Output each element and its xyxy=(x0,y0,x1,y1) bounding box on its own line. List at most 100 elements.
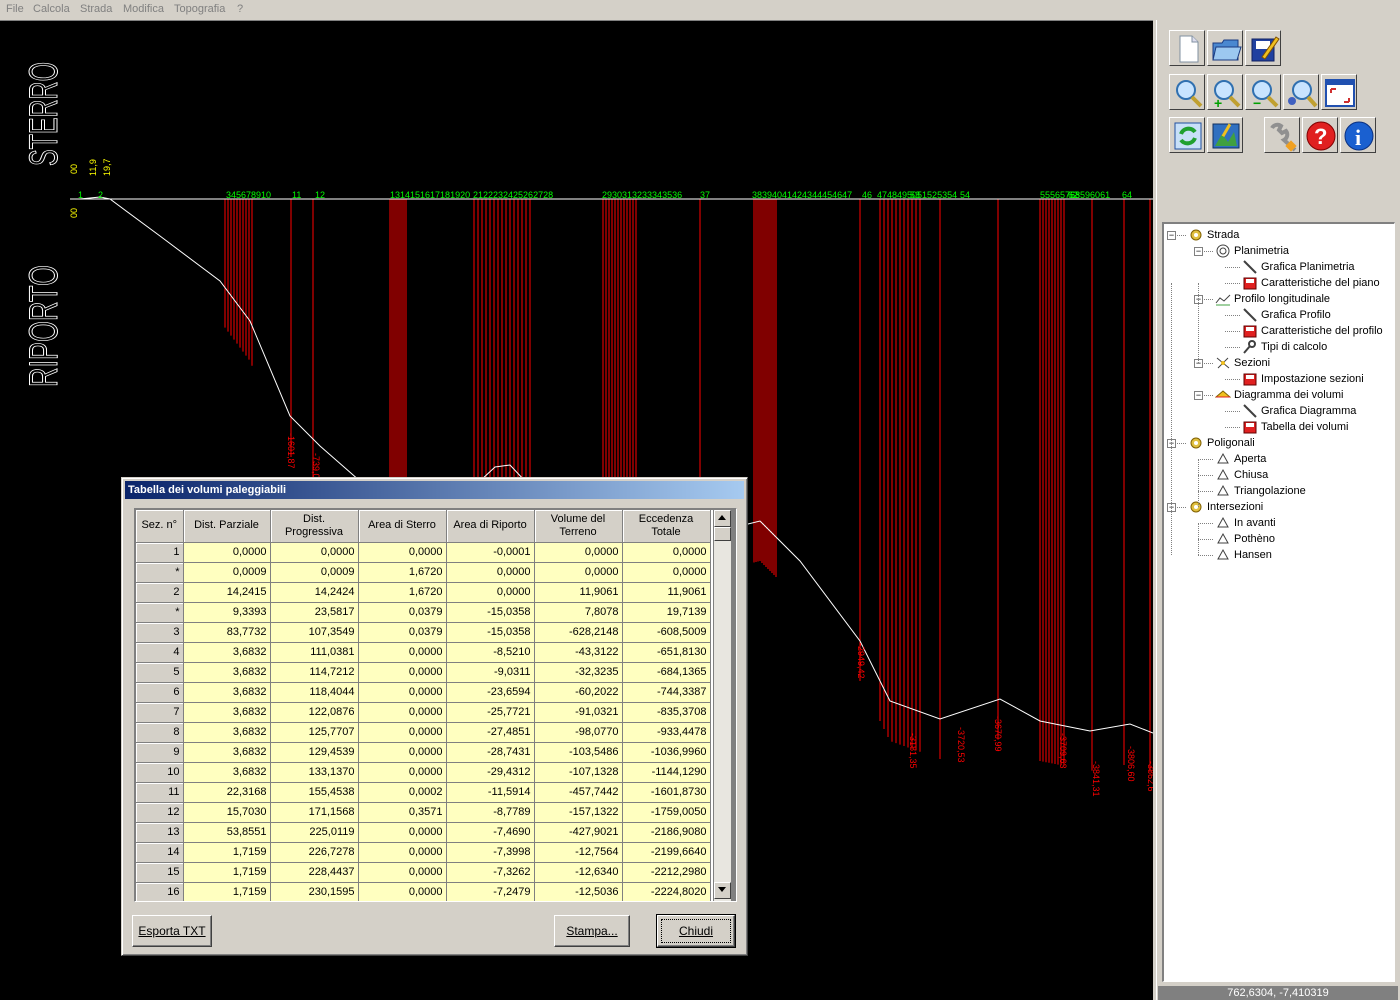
export-txt-button[interactable]: Esporta TXT xyxy=(132,915,212,947)
table-cell[interactable]: 1,7159 xyxy=(183,862,271,883)
table-cell[interactable]: -23,6594 xyxy=(446,682,535,703)
table-cell[interactable]: 155,4538 xyxy=(270,782,359,803)
table-row[interactable]: 9 3,6832 129,4539 0,0000 -28,7431 -103,5486 -1… xyxy=(136,742,711,763)
table-cell[interactable]: -744,3387 xyxy=(622,682,711,703)
zoom-icon[interactable] xyxy=(1169,74,1205,110)
table-scrollbar[interactable] xyxy=(714,510,731,901)
new-file-icon[interactable] xyxy=(1169,30,1205,66)
table-cell[interactable]: 0,0000 xyxy=(358,842,447,863)
table-cell[interactable]: 111,0381 xyxy=(270,642,359,663)
table-cell[interactable]: 0,0000 xyxy=(358,882,447,901)
table-cell[interactable]: -1601,8730 xyxy=(622,782,711,803)
column-header[interactable]: Volume del Terreno xyxy=(534,510,623,543)
table-row[interactable]: 5 3,6832 114,7212 0,0000 -9,0311 -32,3235 -684… xyxy=(136,662,711,683)
table-cell[interactable]: -628,2148 xyxy=(534,622,623,643)
tree-expander[interactable]: − xyxy=(1194,391,1203,400)
row-header-cell[interactable]: 10 xyxy=(136,762,184,783)
table-cell[interactable]: -7,2479 xyxy=(446,882,535,901)
table-cell[interactable]: -7,3998 xyxy=(446,842,535,863)
table-cell[interactable]: -2199,6640 xyxy=(622,842,711,863)
table-cell[interactable]: 226,7278 xyxy=(270,842,359,863)
row-header-cell[interactable]: 13 xyxy=(136,822,184,843)
table-cell[interactable]: -15,0358 xyxy=(446,602,535,623)
table-cell[interactable]: 3,6832 xyxy=(183,642,271,663)
table-row[interactable]: 13 53,8551 225,0119 0,0000 -7,4690 -427,9021-… xyxy=(136,822,711,843)
menu-help[interactable]: ? xyxy=(237,3,243,15)
scroll-thumb[interactable] xyxy=(714,527,731,541)
table-cell[interactable]: 1,6720 xyxy=(358,562,447,583)
table-cell[interactable]: 14,2424 xyxy=(270,582,359,603)
table-cell[interactable]: 83,7732 xyxy=(183,622,271,643)
row-header-cell[interactable]: 1 xyxy=(136,542,184,563)
table-cell[interactable]: 11,9061 xyxy=(534,582,623,603)
table-cell[interactable]: 0,0000 xyxy=(534,562,623,583)
menu-modifica[interactable]: Modifica xyxy=(123,3,164,15)
table-cell[interactable]: 129,4539 xyxy=(270,742,359,763)
volumes-grid[interactable]: Sez. n° Dist. Parziale Dist. Progressiva Ar… xyxy=(134,508,737,902)
table-cell[interactable]: 3,6832 xyxy=(183,662,271,683)
open-folder-icon[interactable] xyxy=(1207,30,1243,66)
table-cell[interactable]: 11,9061 xyxy=(622,582,711,603)
table-cell[interactable]: -684,1365 xyxy=(622,662,711,683)
table-cell[interactable]: 7,8078 xyxy=(534,602,623,623)
table-cell[interactable]: -12,5036 xyxy=(534,882,623,901)
table-cell[interactable]: 0,0000 xyxy=(622,562,711,583)
column-header[interactable]: Sez. n° xyxy=(136,510,184,543)
table-cell[interactable]: -98,0770 xyxy=(534,722,623,743)
table-cell[interactable]: 118,4044 xyxy=(270,682,359,703)
table-cell[interactable]: -27,4851 xyxy=(446,722,535,743)
menu-calcola[interactable]: Calcola xyxy=(33,3,70,15)
table-cell[interactable]: -11,5914 xyxy=(446,782,535,803)
table-cell[interactable]: -457,7442 xyxy=(534,782,623,803)
table-cell[interactable]: -157,1322 xyxy=(534,802,623,823)
table-cell[interactable]: -2186,9080 xyxy=(622,822,711,843)
row-header-cell[interactable]: * xyxy=(136,602,184,623)
table-row[interactable]: 11 22,3168 155,4538 0,0002 -11,5914 -457,7442… xyxy=(136,782,711,803)
image-chart-icon[interactable] xyxy=(1207,117,1243,153)
table-cell[interactable]: 0,0000 xyxy=(358,542,447,563)
table-cell[interactable]: 0,0000 xyxy=(446,582,535,603)
table-cell[interactable]: 3,6832 xyxy=(183,742,271,763)
row-header-cell[interactable]: 7 xyxy=(136,702,184,723)
zoom-window-icon[interactable] xyxy=(1283,74,1319,110)
table-cell[interactable]: 1,7159 xyxy=(183,842,271,863)
row-header-cell[interactable]: 14 xyxy=(136,842,184,863)
table-cell[interactable]: 1,7159 xyxy=(183,882,271,901)
table-cell[interactable]: 14,2415 xyxy=(183,582,271,603)
table-cell[interactable]: 228,4437 xyxy=(270,862,359,883)
table-cell[interactable]: 0,0000 xyxy=(358,682,447,703)
table-cell[interactable]: 0,0000 xyxy=(358,822,447,843)
refresh-icon[interactable] xyxy=(1169,117,1205,153)
row-header-cell[interactable]: 2 xyxy=(136,582,184,603)
table-cell[interactable]: -2212,2980 xyxy=(622,862,711,883)
table-cell[interactable]: 0,0000 xyxy=(358,762,447,783)
table-cell[interactable]: 9,3393 xyxy=(183,602,271,623)
table-row[interactable]: 4 3,6832 111,0381 0,0000 -8,5210 -43,3122 -651… xyxy=(136,642,711,663)
table-cell[interactable]: -29,4312 xyxy=(446,762,535,783)
row-header-cell[interactable]: 12 xyxy=(136,802,184,823)
table-row[interactable]: 8 3,6832 125,7707 0,0000 -27,4851 -98,0770 -93… xyxy=(136,722,711,743)
table-row[interactable]: 15 1,7159 228,4437 0,0000 -7,3262 -12,6340 -22… xyxy=(136,862,711,883)
table-cell[interactable]: 0,0000 xyxy=(358,702,447,723)
table-row[interactable]: 7 3,6832 122,0876 0,0000 -25,7721 -91,0321 -83… xyxy=(136,702,711,723)
table-cell[interactable]: -12,7564 xyxy=(534,842,623,863)
table-cell[interactable]: 0,0379 xyxy=(358,622,447,643)
table-row[interactable]: 16 1,7159 230,1595 0,0000 -7,2479 -12,5036 -22… xyxy=(136,882,711,901)
table-row[interactable]: 12 15,7030 171,1568 0,3571 -8,7789 -157,1322-… xyxy=(136,802,711,823)
table-cell[interactable]: 0,0000 xyxy=(358,662,447,683)
menu-strada[interactable]: Strada xyxy=(80,3,112,15)
dialog-title[interactable]: Tabella dei volumi paleggiabili xyxy=(125,481,744,499)
table-row[interactable]: 3 83,7732 107,3549 0,0379 -15,0358 -628,2148-… xyxy=(136,622,711,643)
table-row[interactable]: 10 3,6832 133,1370 0,0000 -29,4312 -107,1328-… xyxy=(136,762,711,783)
table-cell[interactable]: 1,6720 xyxy=(358,582,447,603)
row-header-cell[interactable]: 16 xyxy=(136,882,184,901)
table-cell[interactable]: 107,3549 xyxy=(270,622,359,643)
scroll-down-button[interactable] xyxy=(714,882,731,899)
table-cell[interactable]: 133,1370 xyxy=(270,762,359,783)
info-icon[interactable]: i xyxy=(1340,117,1376,153)
table-cell[interactable]: -25,7721 xyxy=(446,702,535,723)
table-cell[interactable]: -1759,0050 xyxy=(622,802,711,823)
table-cell[interactable]: 0,0000 xyxy=(358,642,447,663)
table-cell[interactable]: -12,6340 xyxy=(534,862,623,883)
table-cell[interactable]: -2224,8020 xyxy=(622,882,711,901)
